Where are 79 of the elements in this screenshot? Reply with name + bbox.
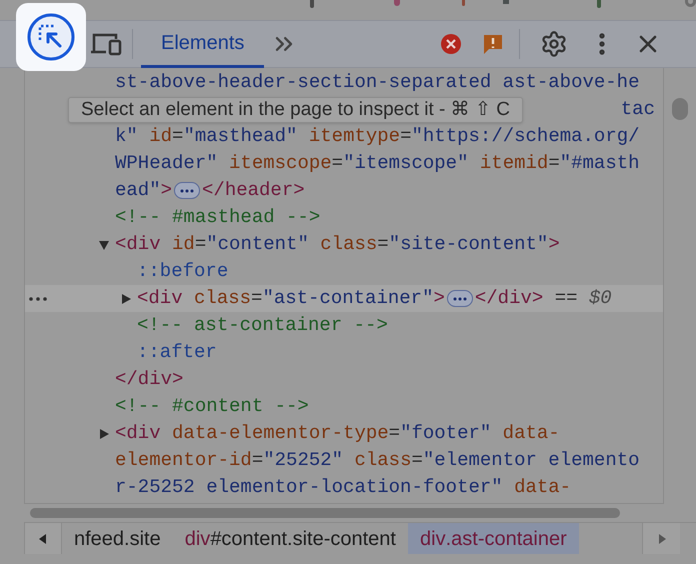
attribute-value: WPHeader" bbox=[115, 151, 218, 176]
tag-name: <div bbox=[137, 286, 183, 312]
warning-icon[interactable] bbox=[482, 33, 504, 55]
tag-name: <div bbox=[115, 421, 161, 446]
attribute-name: class bbox=[353, 448, 412, 474]
attribute-value: "masthead" bbox=[183, 124, 298, 150]
horizontal-scrollbar[interactable] bbox=[30, 508, 620, 518]
attribute-name: itemtype bbox=[308, 124, 400, 150]
tag-name: > bbox=[433, 286, 445, 312]
attribute-value: ead" bbox=[115, 178, 161, 204]
scroll-left-button[interactable] bbox=[24, 523, 62, 554]
collapsed-content-badge[interactable] bbox=[446, 290, 473, 307]
code-text: = bbox=[251, 286, 262, 312]
attribute-value: "elementor elemento bbox=[422, 448, 640, 474]
code-text: = bbox=[172, 124, 184, 150]
attribute-name: elementor-id bbox=[115, 448, 252, 474]
code-text: = bbox=[411, 448, 423, 474]
more-icon[interactable] bbox=[29, 296, 47, 300]
attribute-value: r-25252 elementor-location-footer" bbox=[115, 475, 503, 500]
html-comment: <!-- #masthead --> bbox=[115, 205, 320, 230]
attribute-value: "25252" bbox=[263, 448, 344, 474]
attribute-value: "#masth bbox=[560, 151, 640, 176]
tooltip: Select an element in the page to inspect it - ⌘ ⇧ C bbox=[68, 97, 523, 123]
code-text: = bbox=[194, 232, 206, 258]
tag-name: <div bbox=[115, 232, 161, 258]
tag-name: </div> bbox=[115, 367, 184, 392]
collapsed-triangle-icon[interactable] bbox=[120, 292, 132, 304]
code-text: = bbox=[332, 151, 344, 176]
settings-icon[interactable] bbox=[540, 30, 568, 58]
attribute-name: data-elementor-type bbox=[171, 421, 389, 446]
error-icon[interactable] bbox=[440, 33, 462, 55]
vertical-scrollbar[interactable] bbox=[672, 98, 688, 120]
code-text: = bbox=[400, 124, 412, 150]
tag-name: </div> bbox=[474, 286, 544, 312]
attribute-name: itemscope bbox=[228, 151, 332, 176]
inspect-icon bbox=[26, 12, 76, 62]
code-text: = bbox=[548, 151, 560, 176]
breadcrumb[interactable]: div#content.site-content bbox=[172, 523, 408, 554]
html-comment: <!-- #content --> bbox=[115, 394, 309, 420]
console-variable: $0 bbox=[588, 286, 612, 312]
attribute-value: k" bbox=[115, 124, 138, 150]
attribute-name: data- bbox=[513, 475, 572, 500]
device-toolbar-icon[interactable] bbox=[90, 31, 122, 57]
attribute-name: class bbox=[319, 232, 378, 258]
selected-dom-row[interactable]: <div class="ast-container"> </div> == $0 bbox=[25, 285, 663, 312]
html-comment: <!-- ast-container --> bbox=[137, 313, 388, 338]
tag-name: > bbox=[548, 232, 560, 258]
tag-name: > bbox=[160, 178, 172, 204]
attribute-name: id bbox=[171, 232, 195, 258]
inspect-button[interactable] bbox=[16, 3, 86, 71]
attribute-name: data- bbox=[502, 421, 560, 446]
attribute-name: class bbox=[193, 286, 252, 312]
code-text: = bbox=[388, 421, 400, 446]
tag-name: </header> bbox=[202, 178, 305, 204]
code-text: = bbox=[252, 448, 264, 474]
left-triangle-icon bbox=[39, 534, 47, 544]
attribute-name: itemid bbox=[478, 151, 548, 176]
code-text: == bbox=[554, 286, 579, 312]
breadcrumb[interactable]: div.ast-container bbox=[408, 523, 579, 554]
pseudo-element: ::before bbox=[137, 259, 228, 284]
attribute-value: st-above-header-section-separated ast-above-he bbox=[115, 70, 640, 96]
collapsed-triangle-icon[interactable] bbox=[98, 428, 110, 440]
attribute-value: "https://schema.org/ bbox=[412, 124, 640, 150]
attribute-value: tac bbox=[620, 97, 655, 122]
right-triangle-icon bbox=[658, 534, 666, 544]
expanded-triangle-icon[interactable] bbox=[98, 238, 110, 250]
attribute-value: "site-content" bbox=[388, 232, 548, 258]
attribute-value: "itemscope" bbox=[343, 151, 468, 176]
breadcrumb[interactable]: nfeed.site bbox=[62, 523, 173, 554]
browser-tab-icon[interactable] bbox=[597, 0, 602, 8]
attribute-value: "ast-container" bbox=[262, 286, 434, 312]
attribute-value: "content" bbox=[206, 232, 309, 258]
attribute-name: id bbox=[148, 124, 172, 150]
code-text: = bbox=[377, 232, 389, 258]
scroll-right-button[interactable] bbox=[642, 523, 680, 554]
collapsed-content-badge[interactable] bbox=[174, 182, 200, 199]
pseudo-element: ::after bbox=[137, 340, 217, 366]
attribute-value: "footer" bbox=[400, 421, 492, 446]
browser-tab-icon[interactable] bbox=[503, 0, 510, 4]
